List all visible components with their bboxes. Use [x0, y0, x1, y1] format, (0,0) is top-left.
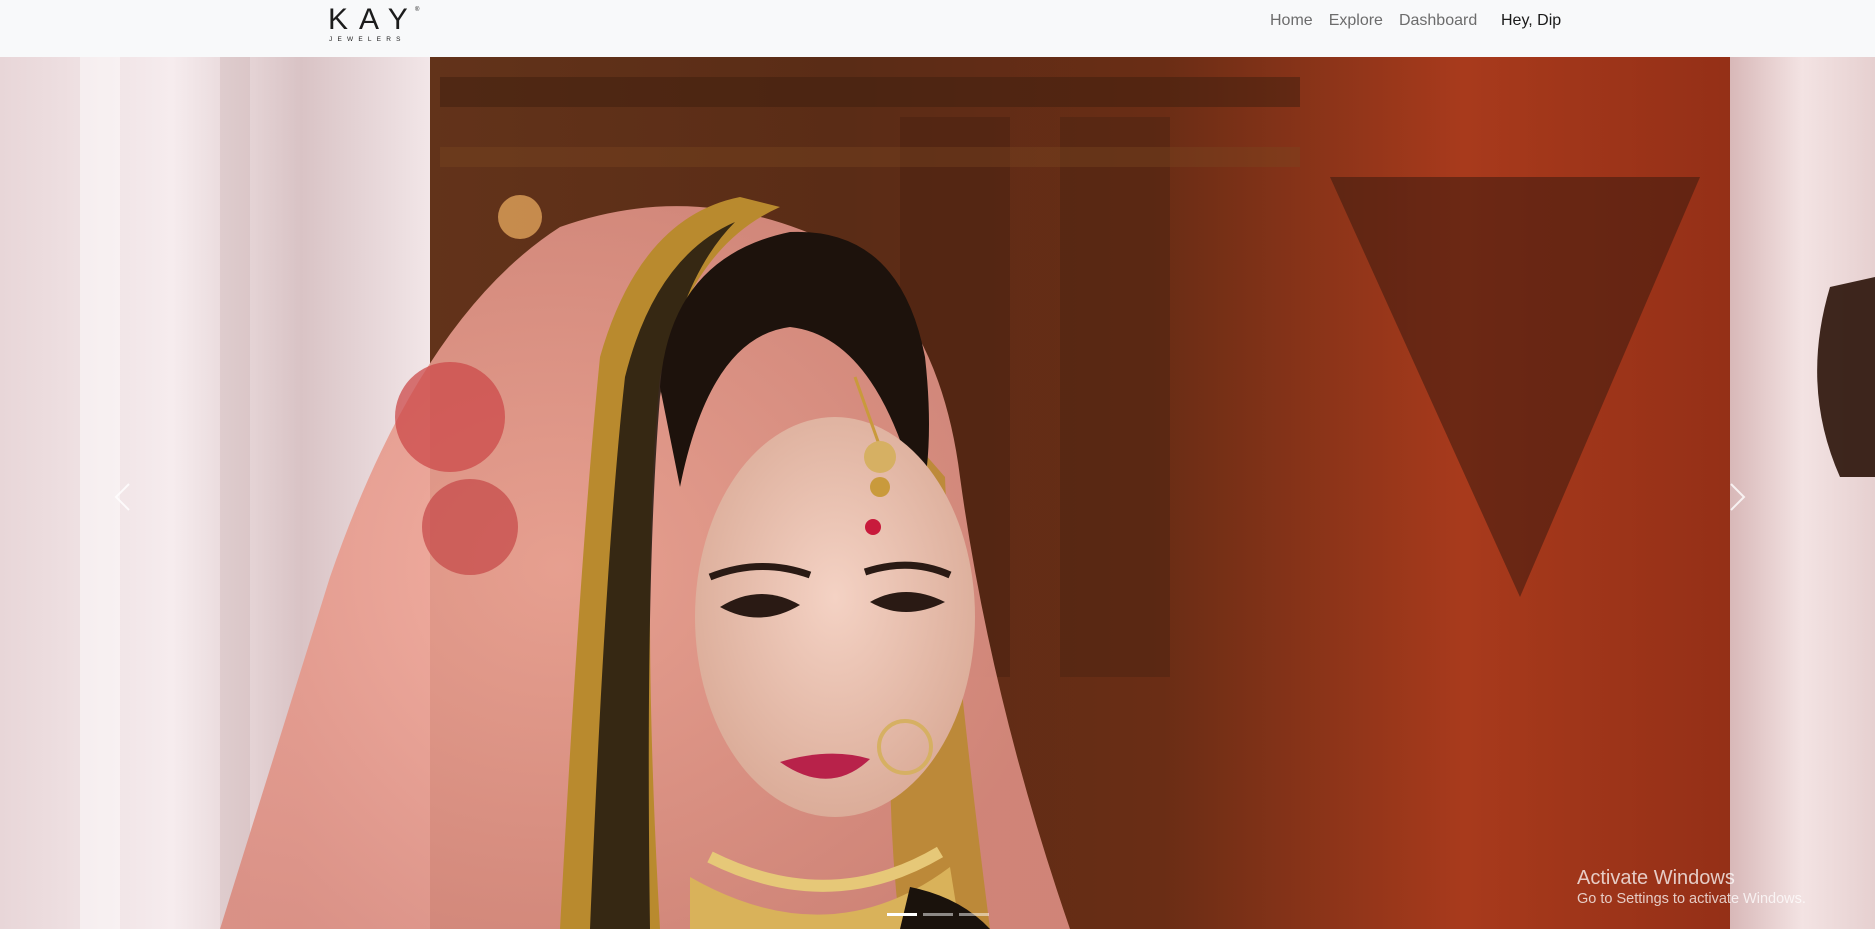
chevron-left-icon	[114, 483, 130, 511]
navbar: KAY ® JEWELERS Home Explore Dashboard He…	[0, 0, 1875, 57]
brand-logo[interactable]: KAY ® JEWELERS	[328, 4, 424, 46]
nav-link-home[interactable]: Home	[1262, 10, 1321, 32]
brand-subtitle: JEWELERS	[329, 36, 406, 43]
chevron-right-icon	[1730, 483, 1746, 511]
carousel-indicator-2[interactable]	[922, 913, 953, 916]
watermark-title: Activate Windows	[1577, 867, 1735, 889]
carousel-prev-control[interactable]	[92, 457, 152, 537]
nav-link-explore[interactable]: Explore	[1321, 10, 1391, 32]
carousel-next-control[interactable]	[1708, 457, 1768, 537]
carousel-indicator-3[interactable]	[958, 913, 989, 916]
brand-registered-mark: ®	[415, 7, 420, 13]
activate-windows-watermark: Activate Windows Go to Settings to activ…	[1577, 866, 1806, 908]
user-greeting[interactable]: Hey, Dip	[1501, 10, 1561, 32]
hero-carousel	[0, 57, 1875, 929]
hero-slide-image	[0, 57, 1875, 929]
nav-links: Home Explore Dashboard	[1262, 10, 1485, 32]
nav-link-dashboard[interactable]: Dashboard	[1391, 10, 1485, 32]
carousel-indicator-1[interactable]	[886, 913, 917, 916]
brand-name: KAY	[328, 3, 419, 36]
watermark-subtitle: Go to Settings to activate Windows.	[1577, 891, 1806, 907]
